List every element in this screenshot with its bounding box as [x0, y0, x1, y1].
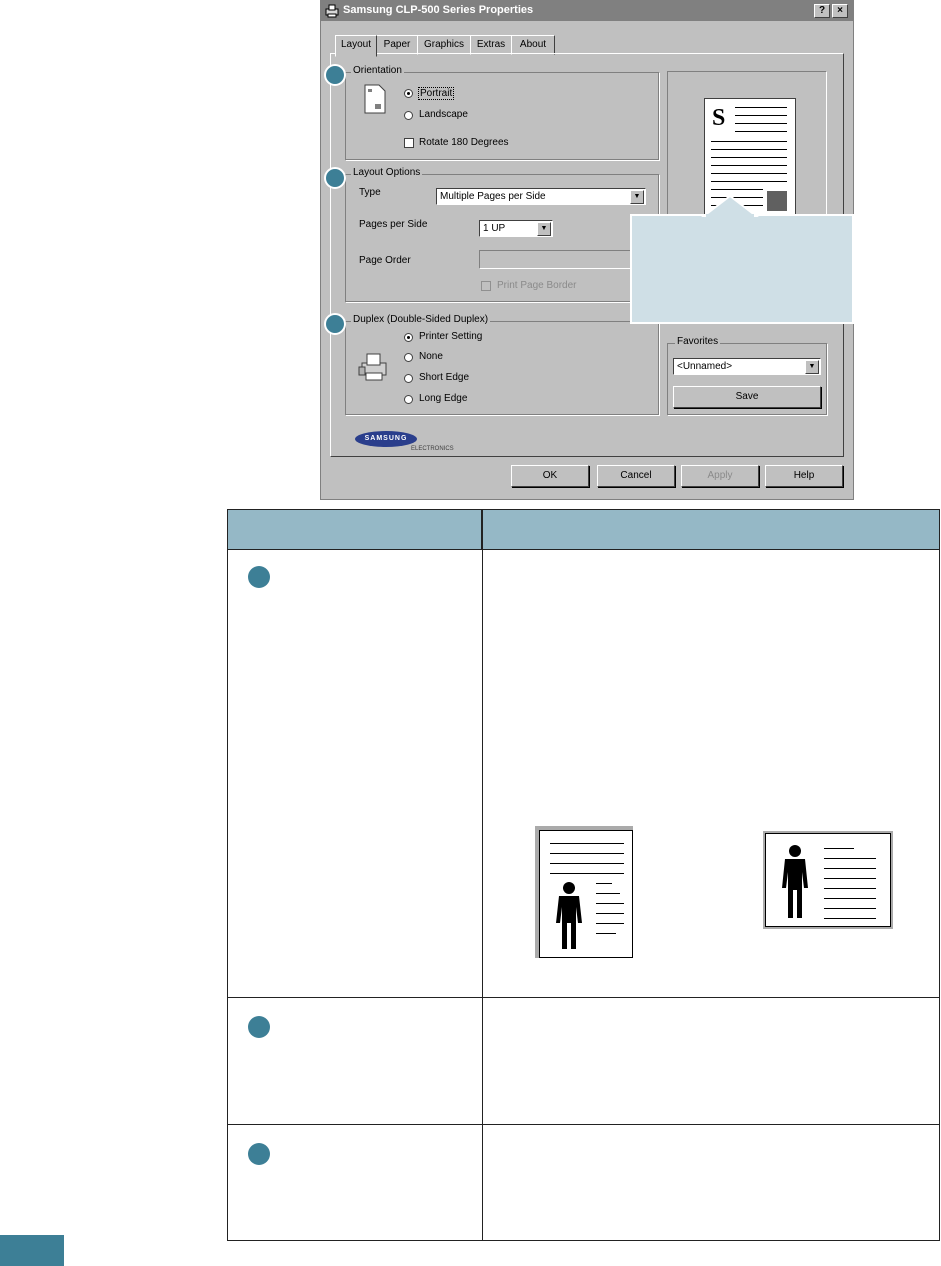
- duplex-printer-icon: [358, 353, 387, 381]
- table-header-description: [482, 510, 939, 550]
- row-marker-1: [248, 566, 270, 588]
- tab-paper[interactable]: Paper: [376, 35, 418, 55]
- page-order-select[interactable]: [479, 250, 645, 269]
- pages-per-side-select[interactable]: 1 UP ▼: [479, 220, 553, 237]
- portrait-page-icon: [364, 84, 386, 114]
- tab-extras[interactable]: Extras: [470, 35, 512, 55]
- preview-letter: S: [712, 105, 726, 131]
- layout-options-legend: Layout Options: [351, 167, 423, 178]
- pages-per-side-value: 1 UP: [483, 223, 506, 234]
- description-table: [227, 509, 940, 1241]
- duplex-group: [345, 321, 659, 415]
- cancel-button[interactable]: Cancel: [597, 465, 675, 487]
- callout-marker-1: [324, 64, 346, 86]
- callout-box: [630, 214, 854, 324]
- ok-button[interactable]: OK: [511, 465, 589, 487]
- favorites-select[interactable]: <Unnamed> ▼: [673, 358, 821, 375]
- table-row: [228, 998, 939, 1125]
- pages-per-side-label: Pages per Side: [359, 219, 428, 230]
- samsung-logo: SAMSUNG: [355, 431, 417, 447]
- person-icon: [556, 882, 582, 949]
- favorites-value: <Unnamed>: [677, 361, 733, 372]
- duplex-option-label[interactable]: None: [419, 351, 443, 362]
- duplex-option-label[interactable]: Printer Setting: [419, 331, 482, 342]
- portrait-label[interactable]: Portrait: [418, 87, 455, 100]
- favorites-legend: Favorites: [675, 336, 721, 347]
- print-page-border-checkbox[interactable]: [481, 281, 491, 291]
- rotate-checkbox[interactable]: [404, 138, 414, 148]
- table-row: [228, 550, 939, 998]
- title-bar[interactable]: Samsung CLP-500 Series Properties ? ×: [321, 1, 853, 21]
- duplex-none-radio[interactable]: [404, 353, 413, 362]
- rotate-label[interactable]: Rotate 180 Degrees: [419, 137, 509, 148]
- landscape-radio[interactable]: [404, 111, 413, 120]
- type-select[interactable]: Multiple Pages per Side ▼: [436, 188, 646, 205]
- duplex-short-edge-radio[interactable]: [404, 374, 413, 383]
- tab-layout[interactable]: Layout: [335, 35, 377, 57]
- duplex-option-label[interactable]: Short Edge: [419, 372, 469, 383]
- row-marker-2: [248, 1016, 270, 1038]
- apply-button[interactable]: Apply: [681, 465, 759, 487]
- duplex-legend: Duplex (Double-Sided Duplex): [351, 314, 491, 325]
- page-order-label: Page Order: [359, 255, 411, 266]
- help-title-button[interactable]: ?: [814, 4, 830, 18]
- landscape-label[interactable]: Landscape: [419, 109, 468, 120]
- chevron-down-icon[interactable]: ▼: [805, 360, 819, 374]
- orientation-legend: Orientation: [351, 65, 404, 76]
- electronics-text: ELECTRONICS: [411, 446, 454, 452]
- portrait-radio[interactable]: [404, 89, 413, 98]
- duplex-option-label[interactable]: Long Edge: [419, 393, 467, 404]
- table-row: [228, 1125, 939, 1240]
- page-number-tab: [0, 1235, 64, 1266]
- callout-pointer: [701, 194, 759, 218]
- chevron-down-icon[interactable]: ▼: [537, 222, 551, 236]
- callout-marker-3: [324, 313, 346, 335]
- landscape-illustration: [765, 833, 891, 927]
- duplex-printer-setting-radio[interactable]: [404, 333, 413, 342]
- duplex-long-edge-radio[interactable]: [404, 395, 413, 404]
- close-button[interactable]: ×: [832, 4, 848, 18]
- save-button[interactable]: Save: [673, 386, 821, 408]
- preview-image-block: [767, 191, 787, 211]
- callout-marker-2: [324, 167, 346, 189]
- dialog-title: Samsung CLP-500 Series Properties: [343, 4, 534, 16]
- type-label: Type: [359, 187, 381, 198]
- printer-icon: [325, 4, 339, 18]
- tab-graphics[interactable]: Graphics: [417, 35, 471, 55]
- chevron-down-icon[interactable]: ▼: [630, 190, 644, 204]
- type-select-value: Multiple Pages per Side: [440, 191, 546, 202]
- portrait-illustration: [539, 830, 633, 958]
- help-button[interactable]: Help: [765, 465, 843, 487]
- tab-about[interactable]: About: [511, 35, 555, 55]
- print-page-border-label: Print Page Border: [497, 280, 577, 291]
- table-header-property: [228, 510, 482, 550]
- row-marker-3: [248, 1143, 270, 1165]
- person-icon: [782, 845, 808, 918]
